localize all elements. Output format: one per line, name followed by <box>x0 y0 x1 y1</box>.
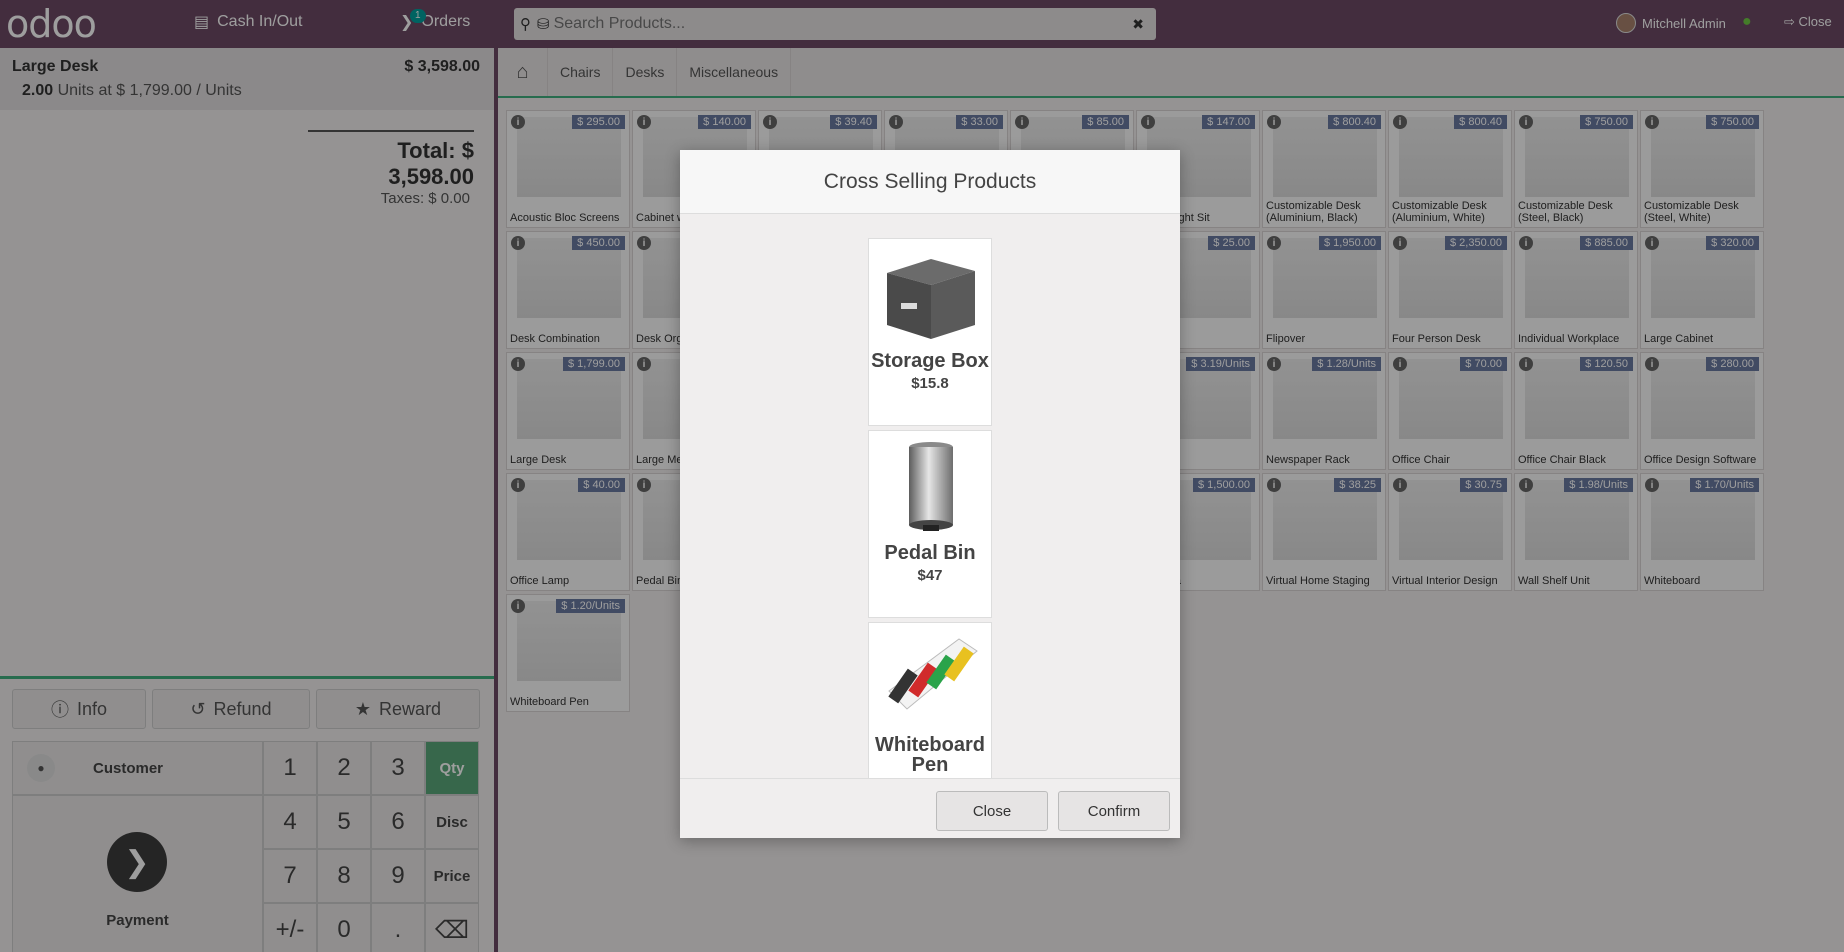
cross-sell-card-storage-box[interactable]: Storage Box $15.8 <box>868 238 992 426</box>
pedal-bin-image <box>909 442 953 531</box>
cross-sell-card-pedal-bin[interactable]: Pedal Bin $47 <box>868 430 992 618</box>
dialog-footer: Close Confirm <box>680 778 1180 838</box>
dialog-body: Storage Box $15.8 Pedal Bin $47 Whiteboa… <box>680 214 1180 778</box>
cross-sell-name: Storage Box <box>871 350 989 372</box>
cross-sell-name: Pedal Bin <box>884 542 976 564</box>
cross-selling-dialog: Cross Selling Products Storage Box $15.8 <box>680 150 1180 838</box>
whiteboard-pen-image <box>888 638 978 710</box>
close-button[interactable]: Close <box>936 791 1048 831</box>
dialog-title: Cross Selling Products <box>680 150 1180 214</box>
cross-sell-price: $47 <box>917 567 943 584</box>
cross-sell-price: $15.8 <box>911 375 949 392</box>
cross-sell-card-whiteboard-pen[interactable]: Whiteboard Pen <box>868 622 992 778</box>
confirm-button[interactable]: Confirm <box>1058 791 1170 831</box>
cross-sell-name: Whiteboard Pen <box>875 734 985 776</box>
storage-box-image <box>887 259 975 339</box>
